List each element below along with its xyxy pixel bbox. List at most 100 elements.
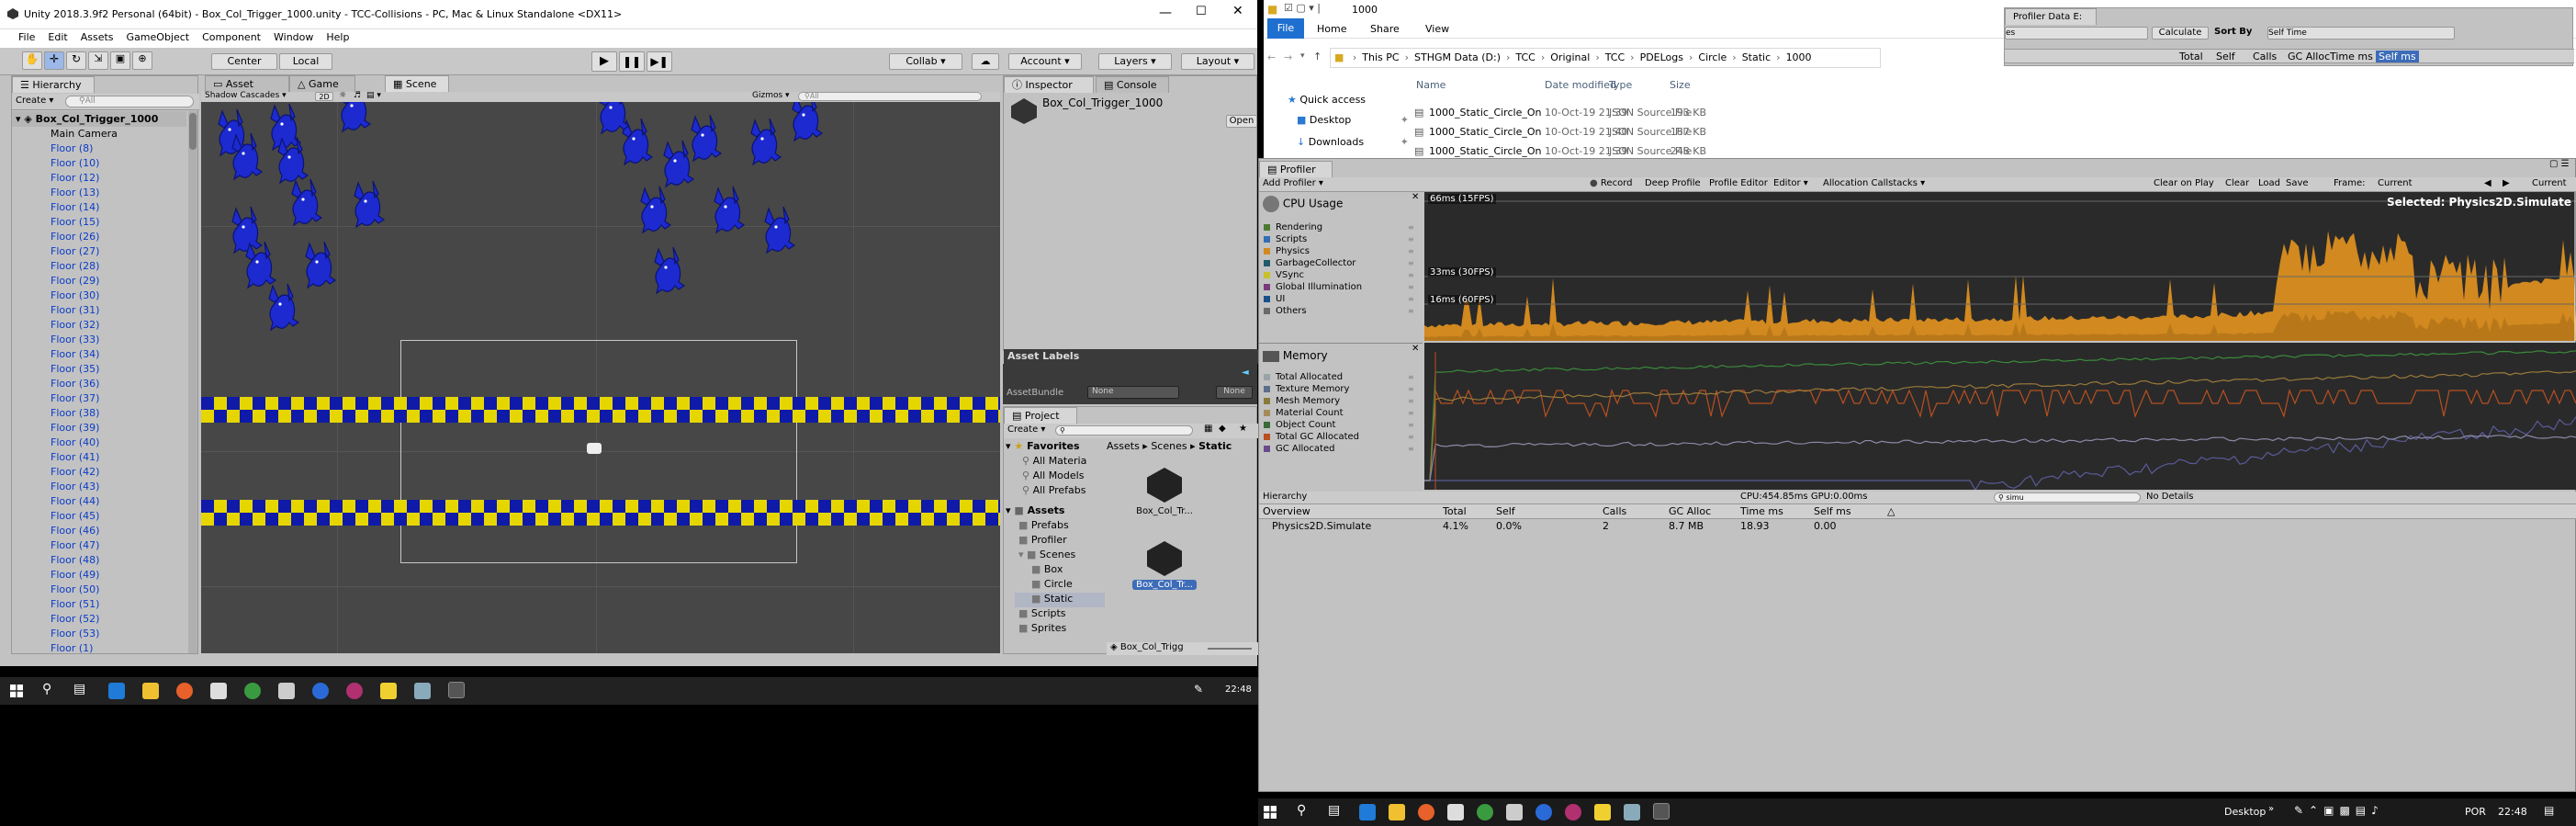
filter-type-icon[interactable]: ▦ [1204, 424, 1212, 434]
current-frame-button[interactable]: Current [2532, 178, 2567, 188]
next-frame-icon[interactable]: ▶ [2503, 178, 2510, 188]
breadcrumb-scenes[interactable]: Scenes [1151, 440, 1187, 452]
ribbon-view-tab[interactable]: View [1425, 23, 1449, 35]
legend-drag-handle-icon[interactable]: ≡ [1408, 371, 1414, 383]
task-view-icon[interactable]: ▤ [73, 682, 85, 696]
tab-profiler[interactable]: ▤ Profiler [1259, 161, 1333, 177]
add-profiler-dropdown[interactable]: Add Profiler ▾ [1263, 178, 1323, 188]
legend-drag-handle-icon[interactable]: ≡ [1408, 233, 1414, 245]
cpu-graph[interactable]: 66ms (15FPS) 33ms (30FPS) 16ms (60FPS) S… [1424, 192, 2576, 341]
app-window-icon[interactable] [1624, 804, 1640, 820]
tab-asset-store[interactable]: ▭ Asset Store [205, 75, 289, 107]
close-cpu-icon[interactable]: ✕ [1412, 192, 1419, 202]
unity-taskbar-icon[interactable] [448, 682, 465, 698]
file-row[interactable]: ▤ 1000_Static_Circle_OnCollisionEnter2D_0… [1412, 105, 1872, 124]
hand-tool-button[interactable]: ✋ [22, 51, 42, 70]
hierarchy-item[interactable]: Floor (50) [12, 583, 186, 597]
forward-arrow-icon[interactable]: → [1284, 51, 1292, 63]
hierarchy-scroll-thumb[interactable] [189, 113, 197, 150]
hierarchy-item[interactable]: Floor (8) [12, 141, 186, 156]
hierarchy-item[interactable]: Floor (29) [12, 274, 186, 289]
open-button[interactable]: Open [1226, 115, 1257, 128]
legend-item[interactable]: Physics ≡ [1259, 245, 1423, 257]
legend-drag-handle-icon[interactable]: ≡ [1408, 257, 1414, 269]
store-icon[interactable] [210, 683, 227, 699]
legend-drag-handle-icon[interactable]: ≡ [1408, 293, 1414, 305]
recent-dropdown-icon[interactable]: ▾ [1300, 51, 1305, 61]
app-blue-icon[interactable] [312, 683, 329, 699]
address-segment[interactable]: 1000 [1786, 51, 1812, 63]
tree-folder-item[interactable]: ■ Profiler [1015, 534, 1105, 549]
legend-drag-handle-icon[interactable]: ≡ [1408, 269, 1414, 281]
app-circle-icon[interactable] [346, 683, 363, 699]
allocation-callstacks-dropdown[interactable]: Allocation Callstacks ▾ [1823, 178, 1925, 188]
quick-toolbar-icons[interactable]: ☑ ▢ ▾ | [1284, 2, 1321, 14]
file-explorer-icon[interactable] [1389, 804, 1405, 820]
audio-icon[interactable]: ♬ [354, 91, 361, 100]
edge-icon[interactable] [1359, 804, 1376, 820]
sort-by-dropdown[interactable]: Self Time [2267, 27, 2455, 40]
details-column-time-ms[interactable]: Time ms [1740, 505, 1783, 517]
tab-console[interactable]: ▤ Console [1096, 76, 1169, 93]
tab-project[interactable]: ▤ Project [1004, 407, 1077, 424]
hierarchy-item[interactable]: Floor (42) [12, 465, 186, 480]
zoom-slider[interactable] [1208, 648, 1252, 650]
hierarchy-item[interactable]: Floor (49) [12, 568, 186, 583]
up-arrow-icon[interactable]: ↑ [1313, 51, 1322, 62]
legend-item[interactable]: Others ≡ [1259, 305, 1423, 317]
menu-component[interactable]: Component [202, 31, 261, 43]
legend-item[interactable]: Rendering ≡ [1259, 221, 1423, 233]
tab-game[interactable]: △ Game [289, 75, 355, 92]
hierarchy-item[interactable]: Floor (30) [12, 289, 186, 303]
tree-folder-item[interactable]: ▾ ■ Scenes [1015, 549, 1105, 563]
hierarchy-item[interactable]: Floor (10) [12, 156, 186, 171]
hierarchy-item[interactable]: Floor (53) [12, 627, 186, 641]
sticky-notes-icon[interactable] [1594, 804, 1611, 820]
hierarchy-item[interactable]: Floor (34) [12, 347, 186, 362]
file-explorer-icon[interactable] [142, 683, 159, 699]
load-button[interactable]: Load [2258, 178, 2280, 188]
hierarchy-item[interactable]: Floor (15) [12, 215, 186, 230]
hierarchy-item[interactable]: Main Camera [12, 127, 186, 141]
chevron-right-icon[interactable]: » [2268, 804, 2274, 814]
legend-drag-handle-icon[interactable]: ≡ [1408, 431, 1414, 443]
hierarchy-item[interactable]: Floor (27) [12, 244, 186, 259]
favorite-item[interactable]: ⚲ All Materia [1022, 455, 1086, 470]
address-segment[interactable]: TCC [1515, 51, 1535, 63]
legend-item[interactable]: Object Count ≡ [1259, 419, 1423, 431]
task-view-icon[interactable]: ▤ [1328, 803, 1340, 818]
tree-folder-item[interactable]: ■ Box [1015, 563, 1105, 578]
details-dropdown[interactable]: No Details [2146, 492, 2256, 502]
hierarchy-item[interactable]: Floor (44) [12, 494, 186, 509]
store-icon[interactable] [1447, 804, 1464, 820]
hierarchy-item[interactable]: Floor (52) [12, 612, 186, 627]
scale-tool-button[interactable]: ⇲ [88, 51, 108, 70]
app-circle-icon[interactable] [1565, 804, 1581, 820]
tab-hierarchy[interactable]: ☰ Hierarchy [12, 76, 95, 93]
shading-mode-dropdown[interactable]: Shadow Cascades ▾ [205, 91, 306, 100]
favorite-item[interactable]: ⚲ All Models [1022, 470, 1086, 484]
hierarchy-item[interactable]: Floor (35) [12, 362, 186, 377]
record-button[interactable]: ● Record [1590, 178, 1632, 188]
address-segment[interactable]: STHGM Data (D:) [1414, 51, 1501, 63]
collab-dropdown[interactable]: Collab ▾ [889, 53, 962, 70]
legend-drag-handle-icon[interactable]: ≡ [1408, 281, 1414, 293]
hierarchy-item[interactable]: Floor (41) [12, 450, 186, 465]
pde-column-header[interactable]: Calls [2253, 51, 2277, 62]
hierarchy-item[interactable]: Floor (36) [12, 377, 186, 391]
hierarchy-item[interactable]: Floor (31) [12, 303, 186, 318]
scene-view[interactable] [201, 102, 1000, 653]
rect-tool-button[interactable]: ▣ [110, 51, 130, 70]
move-tool-button[interactable]: ✛ [44, 51, 64, 70]
close-button[interactable]: ✕ [1232, 4, 1243, 18]
details-column-self[interactable]: Self [1496, 505, 1515, 517]
hierarchy-search-input[interactable]: ⚲All [65, 96, 194, 107]
hierarchy-item[interactable]: Floor (46) [12, 524, 186, 538]
mail-icon[interactable] [278, 683, 295, 699]
layers-dropdown[interactable]: Layers ▾ [1098, 53, 1172, 70]
hierarchy-item[interactable]: Floor (47) [12, 538, 186, 553]
address-segment[interactable]: Static [1742, 51, 1771, 63]
legend-item[interactable]: Material Count ≡ [1259, 407, 1423, 419]
tree-folder-item[interactable]: ■ Scripts [1015, 607, 1105, 622]
asset-bundle-dropdown[interactable]: None [1087, 386, 1179, 399]
